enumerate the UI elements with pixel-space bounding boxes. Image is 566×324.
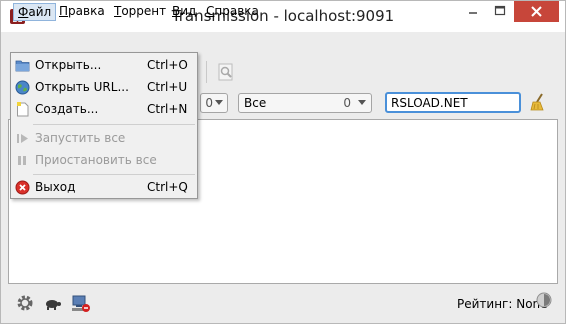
menu-item-open-label: Открыть... bbox=[35, 58, 102, 72]
gear-icon[interactable] bbox=[15, 293, 35, 313]
menu-item-create[interactable]: Создать... Ctrl+N bbox=[11, 99, 197, 121]
maximize-icon bbox=[494, 5, 506, 16]
toolbar-separator bbox=[206, 61, 207, 83]
menu-item-pause-all: Приостановить все bbox=[11, 150, 197, 172]
menu-item-open-url-label: Открыть URL... bbox=[35, 80, 129, 94]
menu-item-open-url[interactable]: Открыть URL... Ctrl+U bbox=[11, 77, 197, 99]
play-icon bbox=[17, 134, 28, 143]
menu-edit[interactable]: Правка bbox=[55, 3, 109, 21]
menu-file-accel: Ф bbox=[18, 5, 29, 19]
menu-view[interactable]: Вид bbox=[168, 3, 200, 21]
status-filter-combo[interactable]: Все 0 bbox=[238, 93, 372, 113]
menu-item-create-label: Создать... bbox=[35, 102, 99, 116]
menu-item-quit[interactable]: Выход Ctrl+Q bbox=[11, 177, 197, 199]
network-status-icon bbox=[72, 295, 90, 312]
maximize-button[interactable] bbox=[487, 1, 513, 22]
menu-separator bbox=[33, 174, 195, 175]
turtle-icon[interactable] bbox=[43, 293, 63, 313]
quit-icon bbox=[15, 180, 30, 195]
menu-edit-accel: П bbox=[59, 4, 69, 18]
app-window: Transmission - localhost:9091 Файл Правк… bbox=[0, 0, 566, 324]
search-input[interactable]: RSLOAD.NET bbox=[385, 92, 521, 113]
ratio-toggle-icon[interactable] bbox=[536, 292, 552, 308]
menu-item-quit-shortcut: Ctrl+Q bbox=[147, 180, 188, 194]
chevron-down-icon bbox=[358, 100, 366, 105]
new-document-icon bbox=[17, 102, 29, 117]
pause-icon bbox=[18, 156, 26, 165]
menu-torrent-label: оррент bbox=[121, 4, 167, 18]
menu-item-quit-label: Выход bbox=[35, 180, 76, 194]
minimize-button[interactable] bbox=[460, 1, 486, 22]
globe-icon bbox=[15, 80, 30, 95]
menu-help-label: правка bbox=[214, 4, 259, 18]
ratio-label: Рейтинг: None bbox=[457, 297, 548, 311]
close-window-button[interactable] bbox=[514, 1, 559, 22]
menu-file[interactable]: Файл bbox=[13, 3, 57, 21]
menu-item-pause-all-label: Приостановить все bbox=[35, 153, 157, 167]
chevron-down-icon bbox=[215, 100, 223, 105]
menu-item-open-shortcut: Ctrl+O bbox=[147, 58, 188, 72]
menu-view-accel: В bbox=[172, 4, 181, 18]
menu-separator bbox=[33, 124, 195, 125]
minimize-icon bbox=[469, 12, 477, 14]
close-icon bbox=[531, 6, 542, 17]
menu-torrent[interactable]: Торрент bbox=[110, 3, 170, 21]
status-filter-count: 0 bbox=[343, 96, 351, 110]
clear-search-broom-icon[interactable] bbox=[529, 92, 547, 112]
file-menu-dropdown: Открыть... Ctrl+O Открыть URL... Ctrl+U … bbox=[10, 52, 198, 199]
tracker-filter-combo[interactable]: 0 bbox=[200, 93, 228, 113]
menu-item-open-url-shortcut: Ctrl+U bbox=[147, 80, 188, 94]
search-input-value: RSLOAD.NET bbox=[391, 96, 468, 110]
menu-item-open[interactable]: Открыть... Ctrl+O bbox=[11, 55, 197, 77]
menu-item-start-all: Запустить все bbox=[11, 128, 197, 150]
status-filter-value: Все bbox=[244, 96, 267, 110]
menu-item-create-shortcut: Ctrl+N bbox=[147, 102, 188, 116]
menu-edit-label: равка bbox=[68, 4, 105, 18]
menu-bar bbox=[2, 33, 565, 53]
menu-item-start-all-label: Запустить все bbox=[35, 131, 126, 145]
tracker-filter-count: 0 bbox=[205, 96, 213, 110]
torrent-properties-icon[interactable] bbox=[215, 61, 237, 83]
folder-icon bbox=[15, 60, 30, 72]
menu-view-label: ид bbox=[180, 4, 197, 18]
menu-file-label: айл bbox=[28, 5, 52, 19]
menu-help[interactable]: Справка bbox=[202, 3, 263, 21]
